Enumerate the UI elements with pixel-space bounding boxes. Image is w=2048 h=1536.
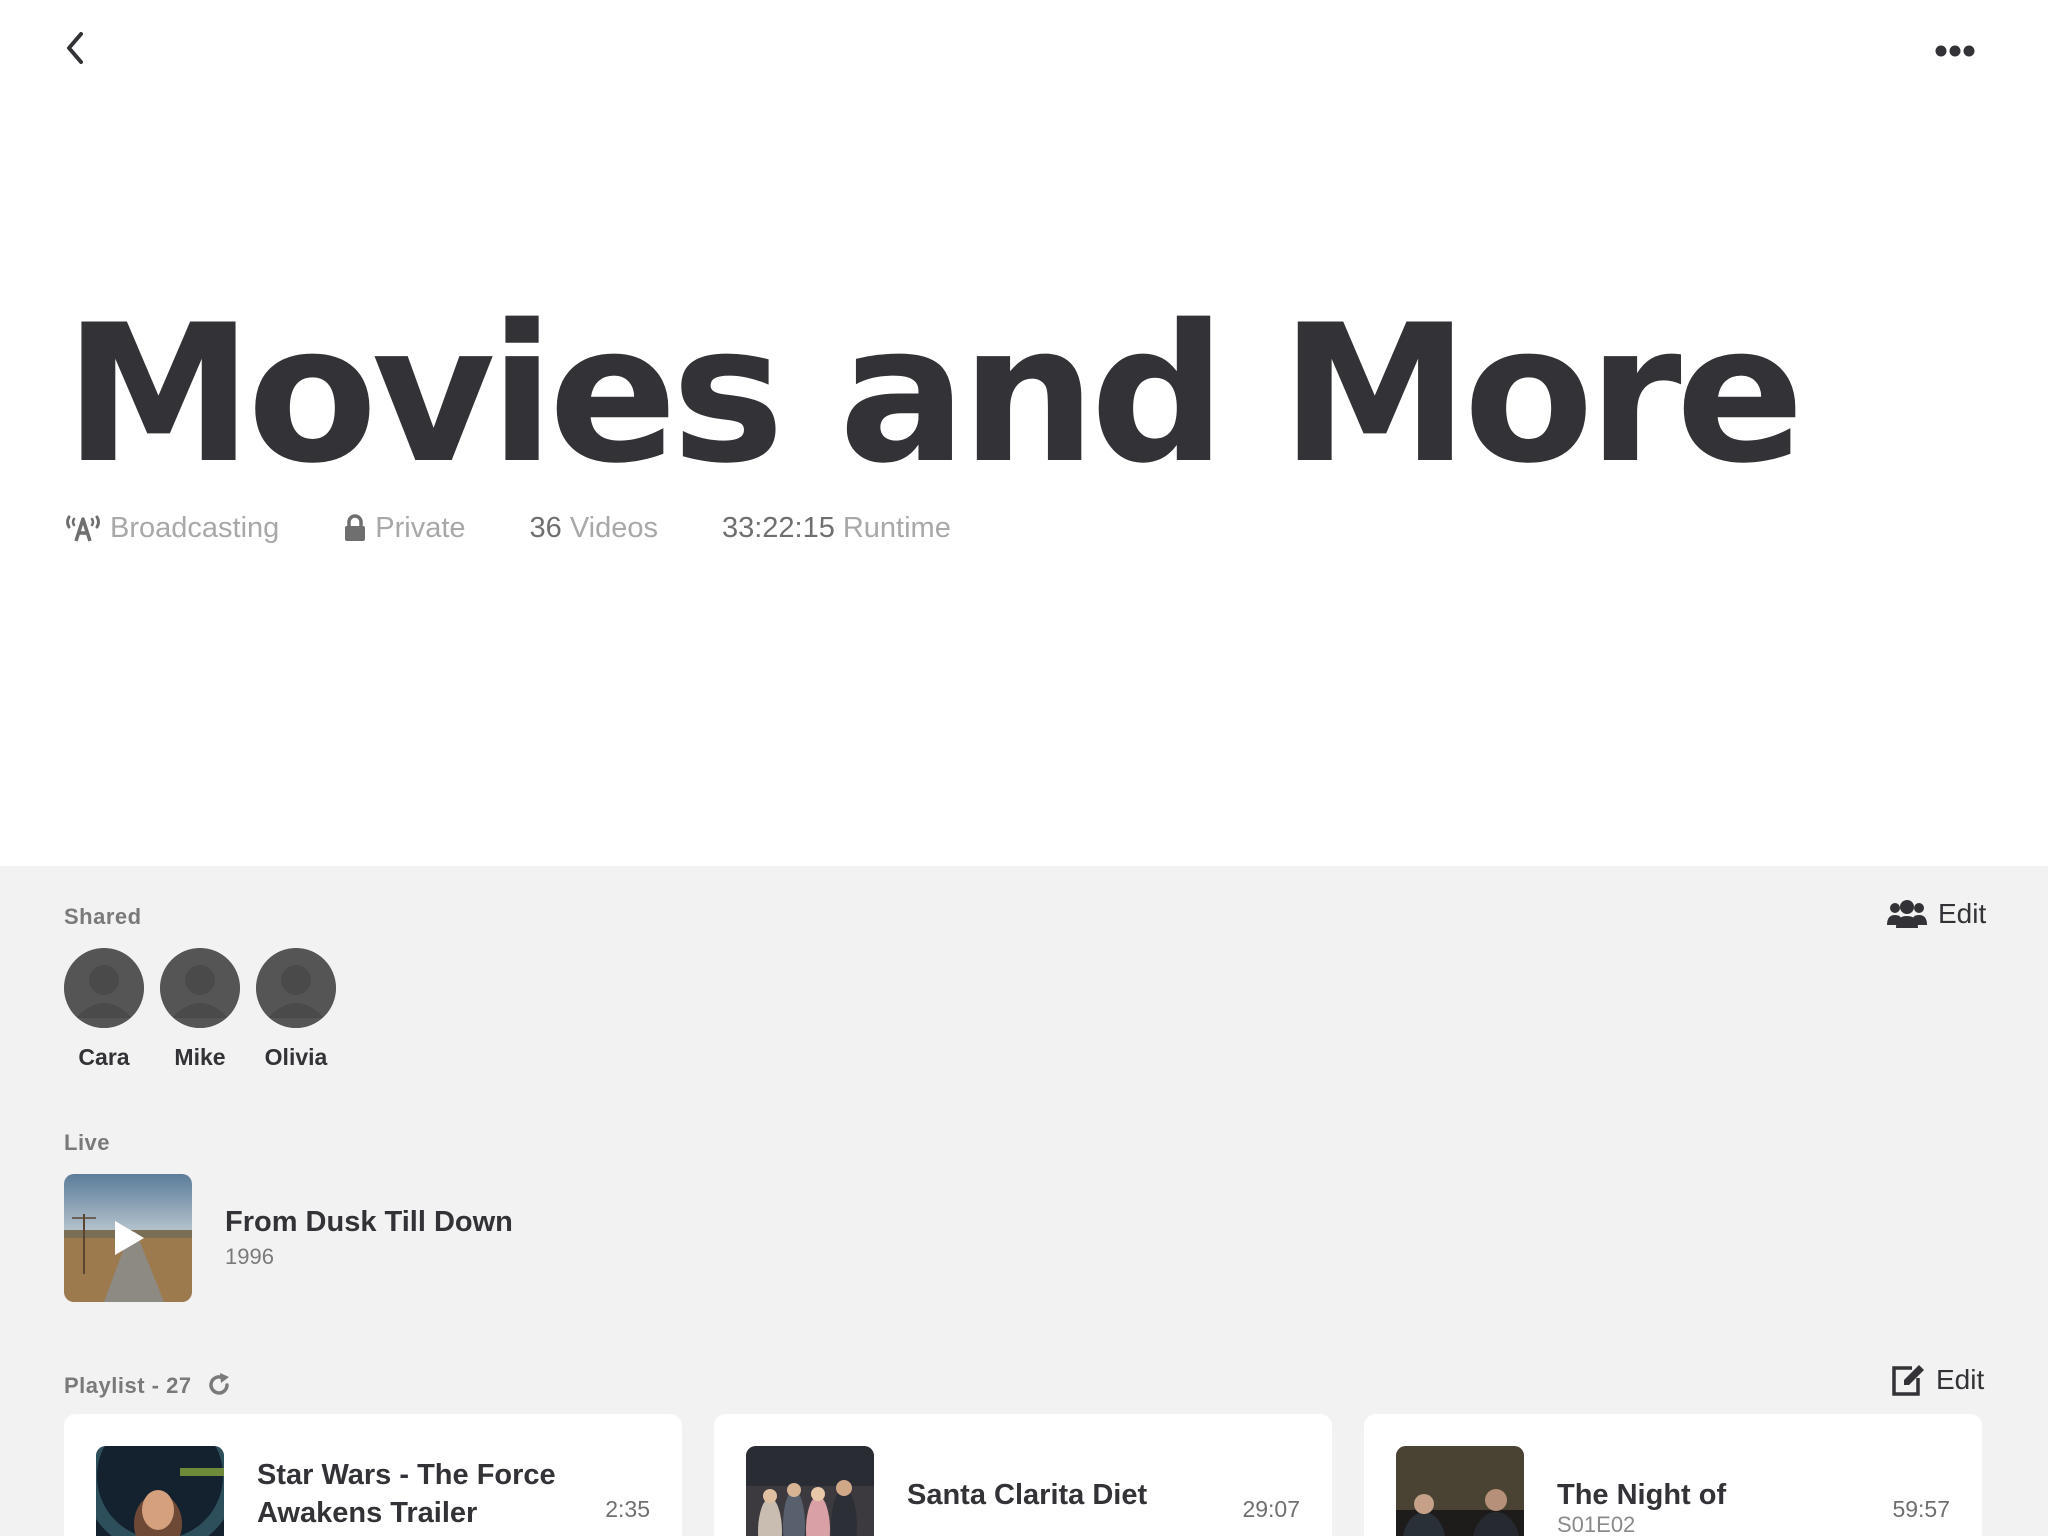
live-section-label: Live — [64, 1130, 111, 1155]
ellipsis-icon — [1935, 45, 1975, 57]
shared-section-label: Shared — [64, 904, 142, 929]
avatar — [64, 948, 144, 1028]
play-icon — [115, 1221, 144, 1255]
video-title: Santa Clarita Diet — [907, 1479, 1148, 1511]
runtime-value: 33:22:15 — [721, 511, 835, 544]
video-thumbnail — [96, 1446, 224, 1536]
playlist-item[interactable]: Santa Clarita Diet 29:07 — [714, 1414, 1332, 1536]
video-duration: 29:07 — [1242, 1496, 1300, 1522]
playlist-item[interactable]: Star Wars - The Force Awakens Trailer 2:… — [64, 1414, 682, 1536]
avatar — [160, 948, 240, 1028]
night-of-thumbnail — [1396, 1446, 1524, 1536]
videos-count: 36 Videos — [530, 512, 658, 545]
videos-count-value: 36 — [529, 511, 562, 544]
page-title: Movies and More — [64, 284, 1804, 505]
user-silhouette-icon — [64, 948, 144, 1028]
back-button[interactable] — [58, 28, 92, 68]
edit-shared-label: Edit — [1938, 898, 1987, 929]
live-video-year: 1996 — [225, 1244, 274, 1269]
runtime-label: Runtime — [842, 511, 951, 544]
playlist-label: Playlist - 27 — [64, 1373, 192, 1398]
santa-clarita-thumbnail — [746, 1446, 874, 1536]
video-title: Star Wars - The Force Awakens Trailer — [257, 1459, 556, 1529]
videos-count-label: Videos — [569, 511, 658, 544]
playlist-item[interactable]: The Night of S01E02 59:57 — [1364, 1414, 1982, 1536]
live-video-title[interactable]: From Dusk Till Down — [225, 1206, 513, 1239]
video-title: The Night of — [1557, 1479, 1727, 1511]
chevron-left-icon — [67, 32, 83, 64]
more-options-button[interactable] — [1930, 34, 1980, 68]
video-episode: S01E02 — [1557, 1512, 1636, 1536]
live-video-thumbnail[interactable] — [64, 1174, 192, 1302]
user-silhouette-icon — [160, 948, 240, 1028]
broadcast-label: Broadcasting — [110, 511, 280, 544]
star-wars-thumbnail — [96, 1446, 224, 1536]
edit-playlist-button[interactable]: Edit — [1890, 1363, 1984, 1397]
broadcast-icon — [66, 515, 100, 542]
runtime: 33:22:15 Runtime — [722, 512, 951, 545]
users-icon — [1887, 900, 1927, 928]
shared-user-name: Cara — [78, 1044, 130, 1070]
playlist-items: Star Wars - The Force Awakens Trailer 2:… — [64, 1414, 1982, 1536]
edit-icon — [1892, 1365, 1924, 1396]
shared-user[interactable]: Olivia — [256, 948, 336, 1071]
edit-shared-button[interactable]: Edit — [1886, 898, 1986, 930]
shared-user[interactable]: Cara — [64, 948, 144, 1071]
shared-user-name: Mike — [174, 1044, 226, 1070]
video-thumbnail — [1396, 1446, 1524, 1536]
header-section: Movies and More Broadcasting Private 36 … — [0, 0, 2048, 866]
video-thumbnail — [746, 1446, 874, 1536]
details-panel: Shared Edit Cara Mike Olivia Live From D… — [0, 866, 2048, 1536]
broadcast-status: Broadcasting — [64, 512, 279, 545]
playlist-section-label: Playlist - 27 — [64, 1372, 232, 1399]
video-duration: 59:57 — [1892, 1496, 1950, 1522]
refresh-icon[interactable] — [206, 1372, 232, 1398]
lock-icon — [345, 514, 366, 541]
shared-user[interactable]: Mike — [160, 948, 240, 1071]
edit-playlist-label: Edit — [1936, 1364, 1985, 1395]
user-silhouette-icon — [256, 948, 336, 1028]
privacy-label: Private — [375, 511, 466, 544]
video-duration: 2:35 — [605, 1496, 650, 1522]
shared-user-name: Olivia — [264, 1044, 328, 1070]
privacy-status: Private — [343, 511, 466, 545]
shared-users-list: Cara Mike Olivia — [64, 948, 352, 1071]
avatar — [256, 948, 336, 1028]
channel-meta: Broadcasting Private 36 Videos 33:22:15 … — [64, 509, 1015, 547]
